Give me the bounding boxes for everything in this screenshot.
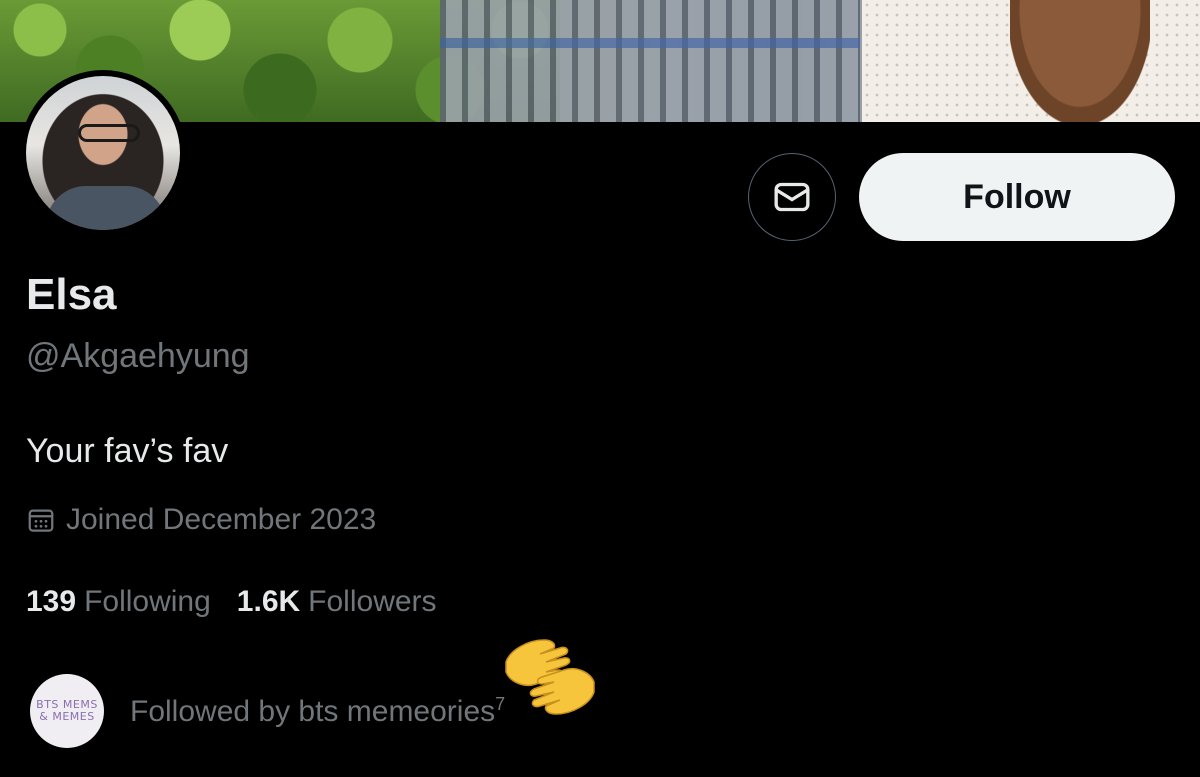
follower-avatar[interactable]: BTS MEMS & MEMES	[30, 674, 104, 748]
follower-avatar-line-2: & MEMES	[39, 710, 95, 723]
mail-icon	[774, 182, 810, 212]
followed-by-row[interactable]: BTS MEMS & MEMES Followed by bts memeori…	[30, 674, 505, 748]
avatar-glasses	[78, 124, 140, 142]
joined-date: Joined December 2023	[26, 503, 376, 537]
followers-label: Followers	[308, 585, 437, 618]
avatar[interactable]	[26, 76, 180, 230]
message-button[interactable]	[748, 153, 836, 241]
profile-stats: 139 Following 1.6K Followers	[26, 585, 437, 619]
profile-banner[interactable]	[0, 0, 1200, 122]
following-count: 139	[26, 585, 77, 618]
following-label: Following	[84, 585, 211, 618]
banner-building	[440, 0, 860, 122]
profile-bio: Your fav’s fav	[26, 432, 229, 470]
calendar-icon	[28, 509, 54, 532]
profile-handle: @Akgaehyung	[26, 337, 250, 375]
banner-neck	[1010, 0, 1150, 122]
profile-name: Elsa	[26, 270, 117, 319]
followed-by-text: Followed by bts memeories7	[130, 694, 505, 729]
joined-text: Joined December 2023	[66, 503, 377, 536]
following-link[interactable]: 139 Following	[26, 585, 211, 619]
followers-link[interactable]: 1.6K Followers	[237, 585, 437, 619]
followed-by-label: Followed by bts memeories	[130, 694, 496, 728]
followers-count: 1.6K	[236, 585, 301, 618]
raised-hands-icon	[505, 639, 595, 715]
follow-button[interactable]: Follow	[859, 153, 1175, 241]
avatar-jacket	[46, 186, 166, 230]
